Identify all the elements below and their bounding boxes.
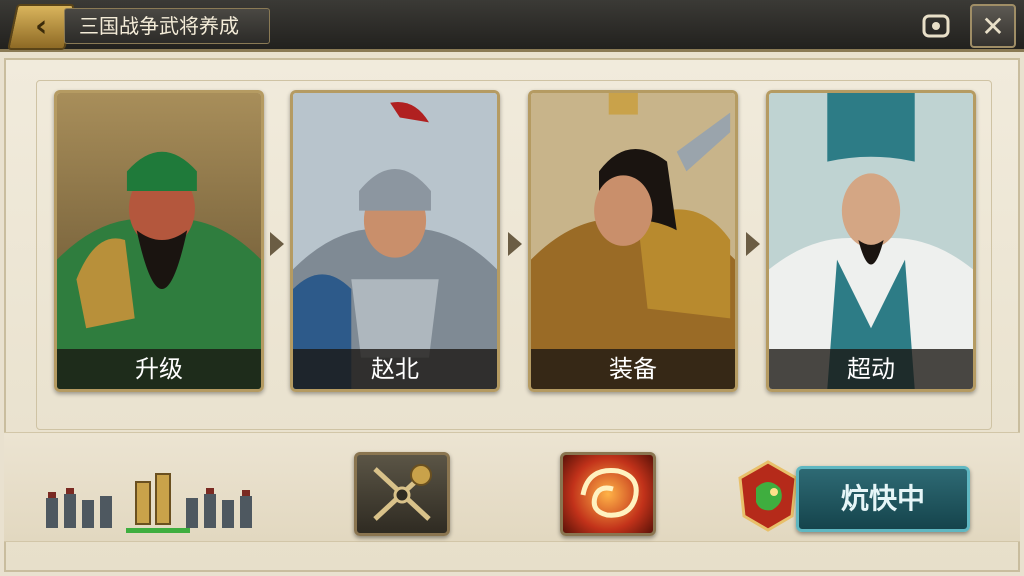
chevron-left-icon: ‹ [34, 9, 48, 44]
army-progress-bar [126, 528, 190, 533]
crossed-weapons-icon [373, 464, 432, 521]
fire-skill-button[interactable] [560, 452, 656, 536]
fire-vortex-icon [580, 468, 639, 518]
top-bar: ‹ 三国战争武将养成 ✕ [0, 0, 1024, 52]
army-formation-icon[interactable] [36, 470, 264, 534]
card-label: 赵北 [293, 349, 497, 389]
flow-arrow-icon [508, 232, 522, 256]
flow-arrow-icon [746, 232, 760, 256]
strategist-portrait [769, 93, 973, 389]
settings-button[interactable] [916, 8, 956, 44]
card-upgrade[interactable]: 升级 [54, 90, 264, 392]
close-icon: ✕ [981, 9, 1005, 43]
card-zhao[interactable]: 赵北 [290, 90, 500, 392]
card-equipment[interactable]: 装备 [528, 90, 738, 392]
guan-yu-portrait [57, 93, 261, 389]
weapons-skill-button[interactable] [354, 452, 450, 536]
armored-general-portrait [293, 93, 497, 389]
dragon-emblem-icon [738, 460, 798, 532]
card-super[interactable]: 超动 [766, 90, 976, 392]
flow-arrow-icon [270, 232, 284, 256]
gold-armor-warrior-portrait [531, 93, 735, 389]
close-button[interactable]: ✕ [970, 4, 1016, 48]
card-label: 升级 [57, 349, 261, 389]
card-label: 超动 [769, 349, 973, 389]
card-label: 装备 [531, 349, 735, 389]
status-button[interactable]: 炕快中 [796, 466, 970, 532]
page-title: 三国战争武将养成 [64, 8, 270, 44]
settings-icon [922, 14, 950, 38]
